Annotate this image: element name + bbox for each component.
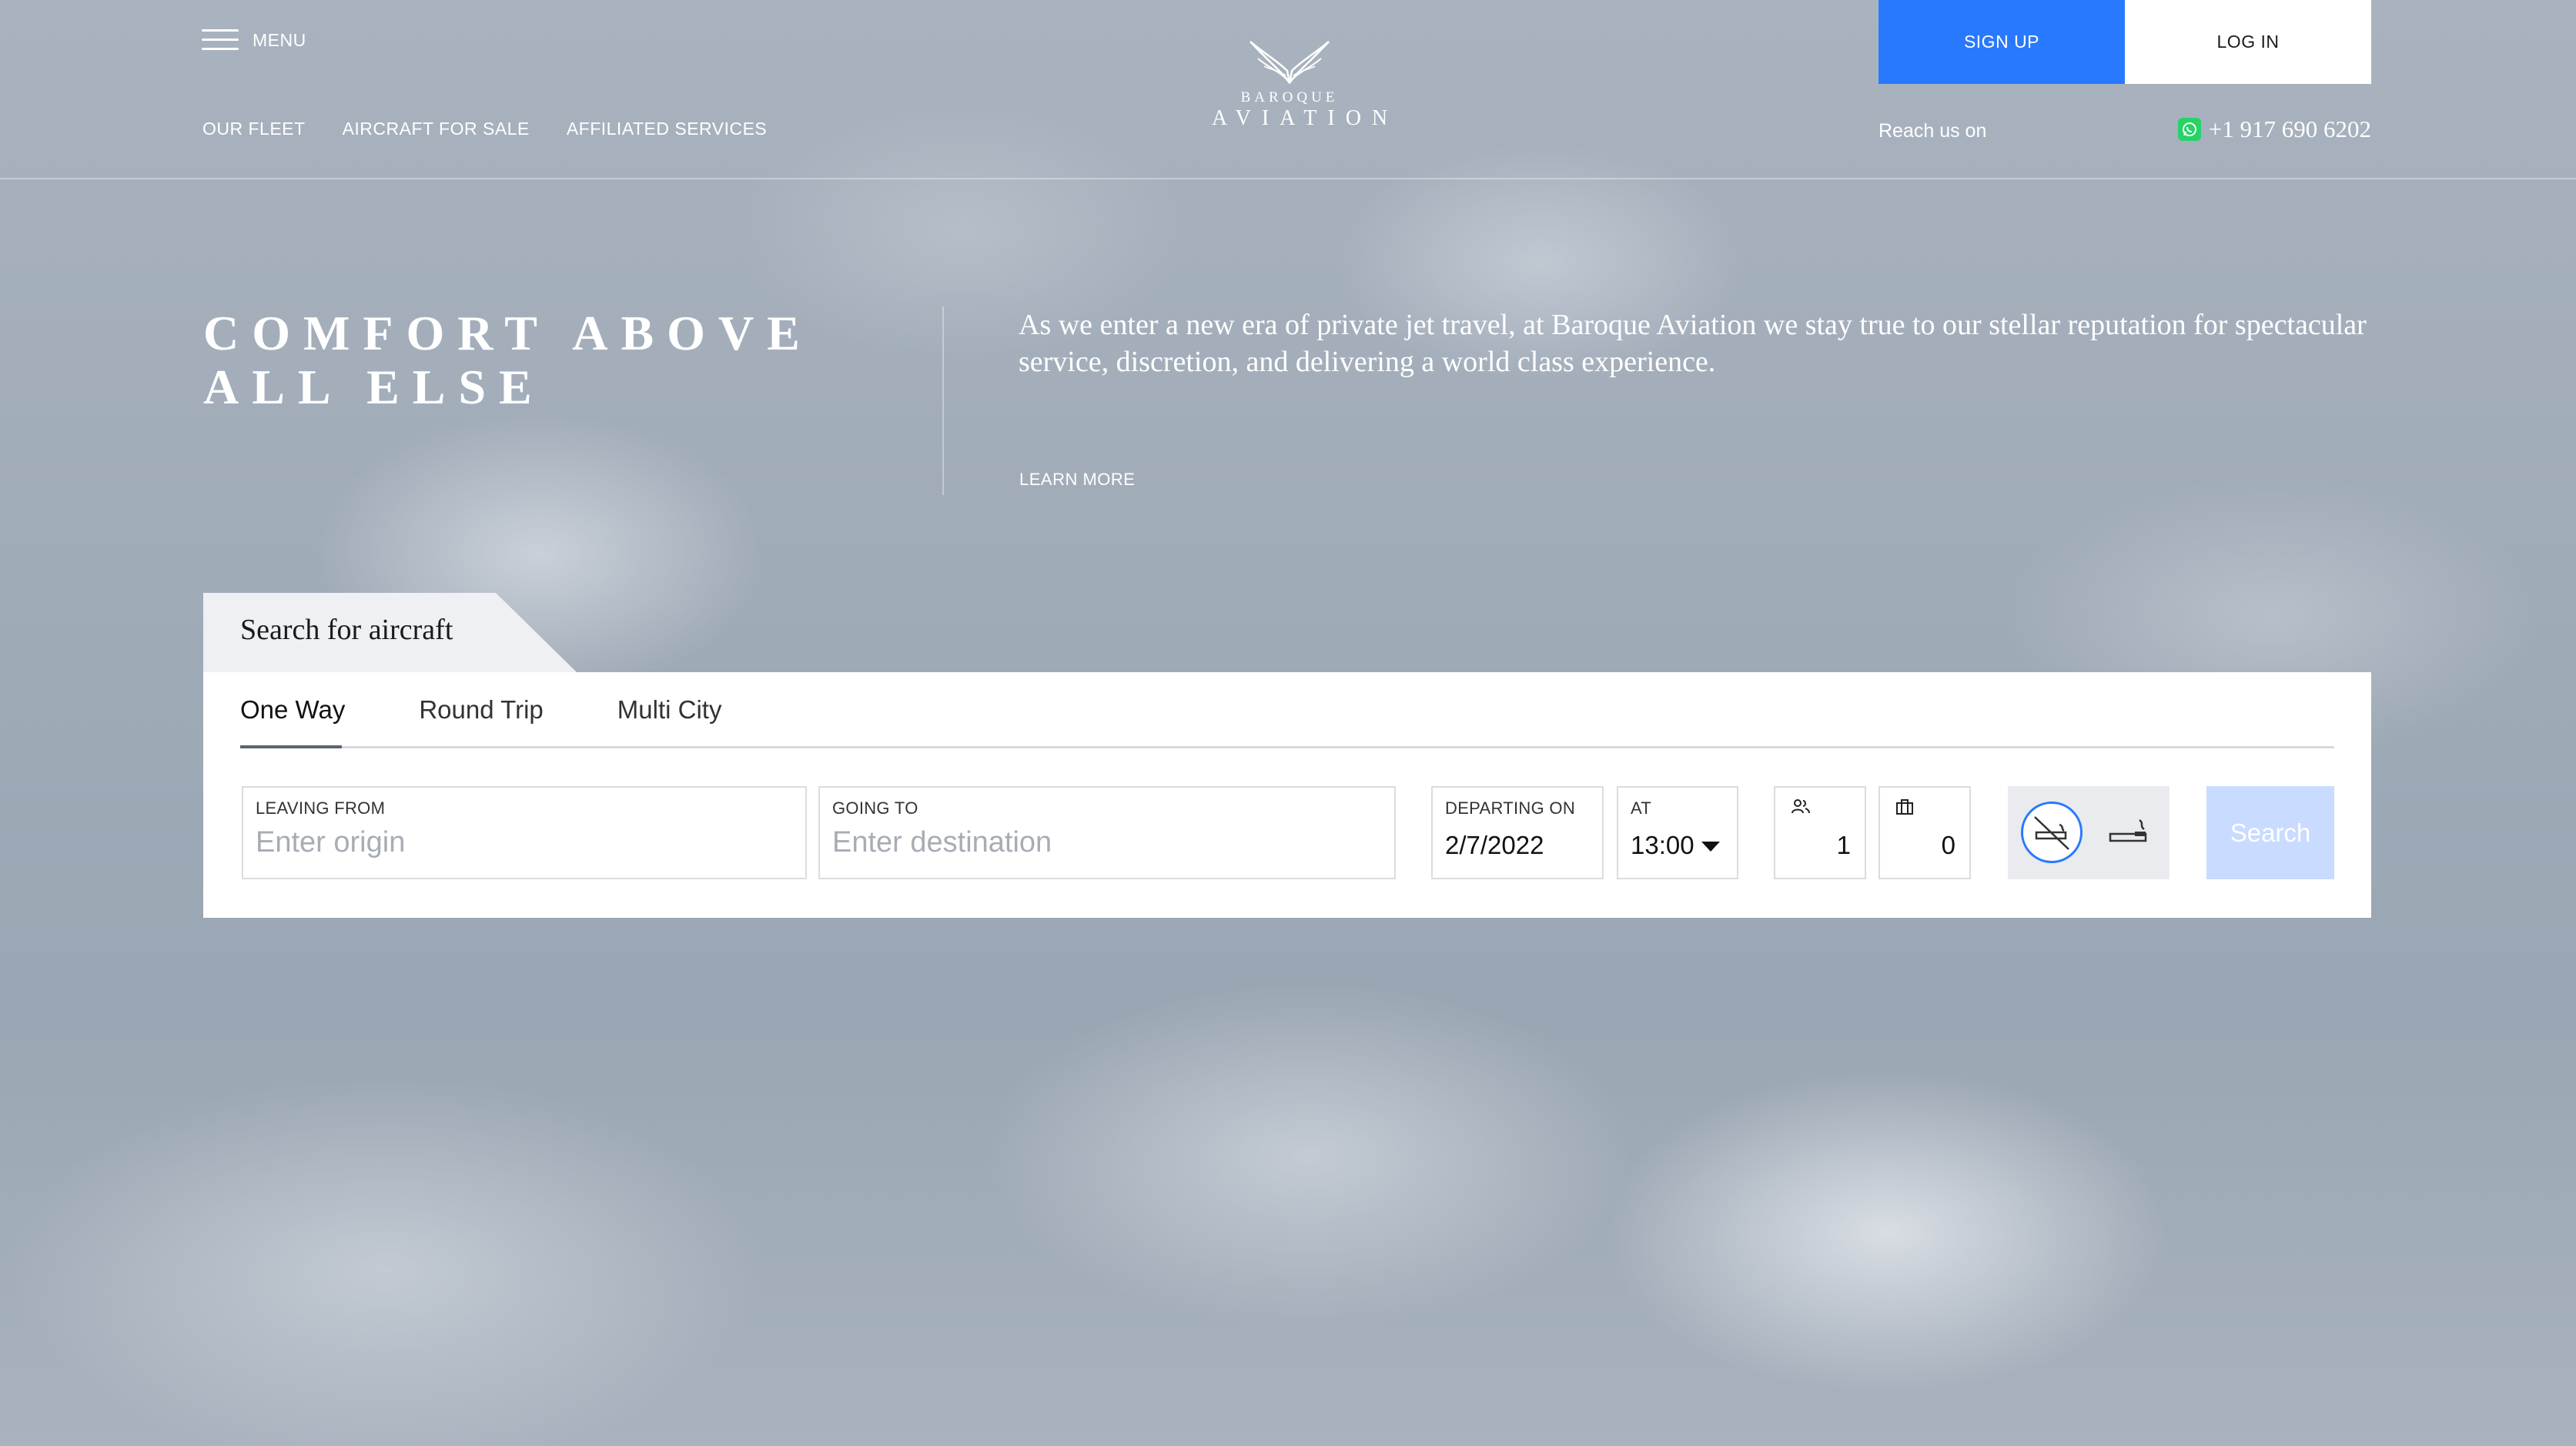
hero-title-line2: ALL ELSE: [203, 360, 545, 414]
logo-line1: BAROQUE: [1240, 89, 1339, 105]
passengers-field[interactable]: 1: [1774, 786, 1866, 879]
whatsapp-icon: [2177, 118, 2201, 141]
nav-aircraft-for-sale[interactable]: AIRCRAFT FOR SALE: [343, 119, 530, 139]
hero-description: As we enter a new era of private jet tra…: [1019, 309, 2367, 378]
trip-type-tabs: One Way Round Trip Multi City: [240, 695, 2334, 728]
log-in-button[interactable]: LOG IN: [2125, 0, 2371, 84]
smoking-icon: [2109, 818, 2147, 842]
tabs-underline: [240, 746, 2334, 748]
logo-line2: AVIATION: [1212, 106, 1399, 130]
hero-divider: [942, 306, 944, 495]
tab-multi-city[interactable]: Multi City: [617, 695, 722, 728]
search-heading-tab: Search for aircraft: [203, 593, 577, 673]
tab-round-trip[interactable]: Round Trip: [419, 695, 543, 728]
active-tab-indicator: [240, 745, 342, 748]
wings-logo-icon: [1250, 41, 1330, 84]
phone-link[interactable]: +1 917 690 6202: [2177, 115, 2371, 143]
smoking-button[interactable]: [2100, 802, 2157, 863]
chevron-down-icon: [1701, 842, 1720, 852]
going-to-field[interactable]: GOING TO: [818, 786, 1396, 879]
departure-time-value: 13:00: [1631, 831, 1694, 859]
search-heading: Search for aircraft: [240, 614, 453, 646]
reach-us-text: Reach us on: [1878, 120, 1987, 142]
luggage-icon: [1896, 799, 1913, 815]
departure-time-select[interactable]: AT 13:00: [1617, 786, 1738, 879]
menu-label: MENU: [253, 29, 306, 50]
phone-number: +1 917 690 6202: [2208, 115, 2371, 142]
going-to-label: GOING TO: [832, 798, 918, 818]
departing-on-label: DEPARTING ON: [1445, 798, 1576, 818]
brand-logo[interactable]: BAROQUE AVIATION: [1201, 37, 1399, 131]
learn-more-link[interactable]: LEARN MORE: [1019, 470, 1135, 490]
departing-on-field[interactable]: DEPARTING ON 2/7/2022: [1431, 786, 1604, 879]
departing-date-value: 2/7/2022: [1445, 831, 1544, 859]
main-nav: OUR FLEET AIRCRAFT FOR SALE AFFILIATED S…: [202, 119, 767, 139]
passengers-count: 1: [1836, 831, 1851, 859]
hero-title-line1: COMFORT ABOVE: [203, 306, 813, 360]
hero-title: COMFORT ABOVE ALL ELSE: [203, 306, 896, 414]
search-button[interactable]: Search: [2206, 786, 2334, 879]
smoking-preference: [2008, 786, 2170, 879]
origin-input[interactable]: [256, 826, 793, 859]
menu-button[interactable]: MENU: [202, 28, 306, 52]
leaving-from-label: LEAVING FROM: [256, 798, 386, 818]
sign-up-button[interactable]: SIGN UP: [1878, 0, 2125, 84]
header-divider: [0, 178, 2576, 179]
hamburger-icon: [202, 28, 239, 52]
luggage-field[interactable]: 0: [1878, 786, 1971, 879]
nav-affiliated-services[interactable]: AFFILIATED SERVICES: [567, 119, 767, 139]
auth-buttons: SIGN UP LOG IN: [1878, 0, 2371, 84]
no-smoking-icon: [2034, 816, 2069, 850]
destination-input[interactable]: [832, 826, 1382, 859]
nav-our-fleet[interactable]: OUR FLEET: [202, 119, 306, 139]
passengers-icon: [1791, 799, 1810, 814]
tab-one-way[interactable]: One Way: [240, 695, 345, 728]
no-smoking-button[interactable]: [2021, 802, 2083, 863]
search-panel: One Way Round Trip Multi City LEAVING FR…: [203, 672, 2371, 918]
luggage-count: 0: [1941, 831, 1955, 859]
at-label: AT: [1631, 798, 1652, 818]
leaving-from-field[interactable]: LEAVING FROM: [242, 786, 807, 879]
